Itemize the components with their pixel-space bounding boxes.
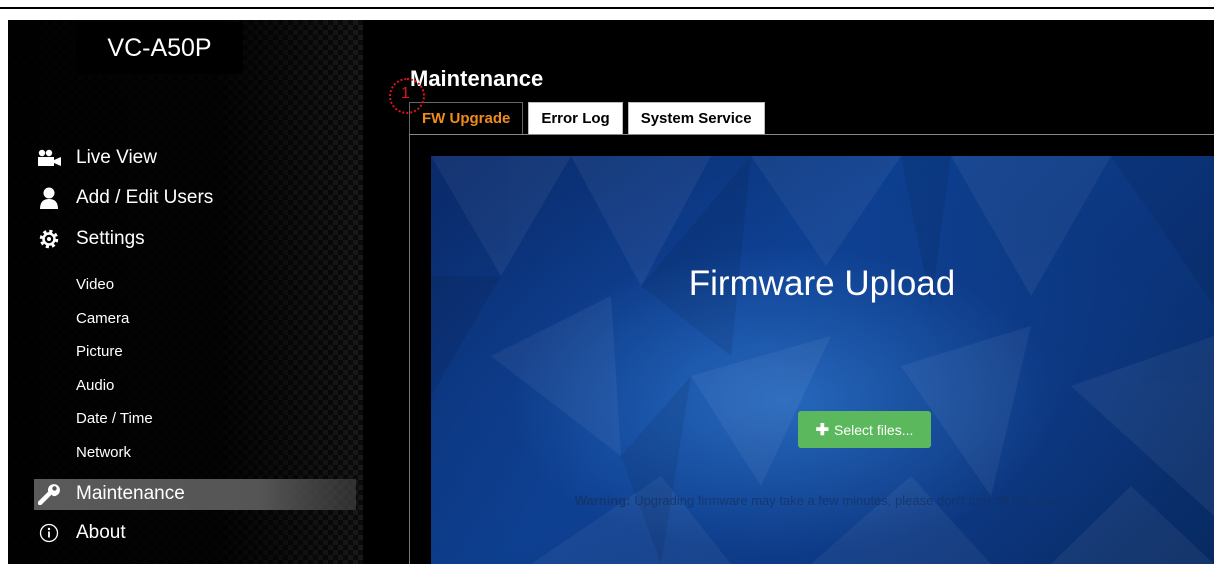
tab-bar: FW Upgrade Error Log System Service <box>409 102 770 134</box>
select-files-button[interactable]: ✚ Select files... <box>798 411 931 448</box>
sidebar-item-add-edit-users[interactable]: Add / Edit Users <box>36 185 213 211</box>
sidebar-item-label: Settings <box>76 228 145 249</box>
gear-icon <box>36 228 62 250</box>
warning-text: Upgrading firmware may take a few minute… <box>634 493 1070 508</box>
firmware-upload-panel: Firmware Upload ✚ Select files... Warnin… <box>431 156 1214 564</box>
tab-fw-upgrade[interactable]: FW Upgrade <box>409 102 524 134</box>
video-camera-icon <box>36 147 62 169</box>
panel-border <box>409 134 410 564</box>
info-icon <box>36 522 62 544</box>
tab-underline <box>409 134 1214 135</box>
sidebar-item-label: Maintenance <box>76 483 185 504</box>
sidebar-item-maintenance[interactable]: Maintenance <box>36 481 185 507</box>
wrench-icon <box>36 483 62 505</box>
sidebar-item-live-view[interactable]: Live View <box>36 145 157 171</box>
top-divider <box>0 7 1214 9</box>
sidebar-item-label: Live View <box>76 147 157 168</box>
tab-error-log[interactable]: Error Log <box>528 102 623 134</box>
tab-system-service[interactable]: System Service <box>627 102 765 134</box>
sidebar-item-label: About <box>76 522 126 543</box>
sidebar-item-about[interactable]: About <box>36 520 126 546</box>
model-name: VC-A50P <box>76 22 243 74</box>
sidebar-item-settings[interactable]: Settings <box>36 226 145 252</box>
callout-marker: 1 <box>389 78 425 114</box>
firmware-upload-title: Firmware Upload <box>688 264 956 303</box>
plus-icon: ✚ <box>815 421 830 439</box>
warning-label: Warning: <box>574 493 631 508</box>
sidebar-subitem-date-time[interactable]: Date / Time <box>76 410 153 427</box>
sidebar-subitem-video[interactable]: Video <box>76 276 114 293</box>
sidebar-subitem-audio[interactable]: Audio <box>76 377 114 394</box>
page-title: Maintenance <box>410 66 544 91</box>
app-window: VC-A50P Live View Add / Edit Users Setti… <box>8 20 1214 564</box>
warning-message: Warning: Upgrading firmware may take a f… <box>431 493 1213 508</box>
sidebar-subitem-picture[interactable]: Picture <box>76 343 123 360</box>
sidebar-subitem-network[interactable]: Network <box>76 444 131 461</box>
user-icon <box>36 187 62 209</box>
sidebar-item-label: Add / Edit Users <box>76 187 214 208</box>
sidebar-subitem-camera[interactable]: Camera <box>76 310 129 327</box>
